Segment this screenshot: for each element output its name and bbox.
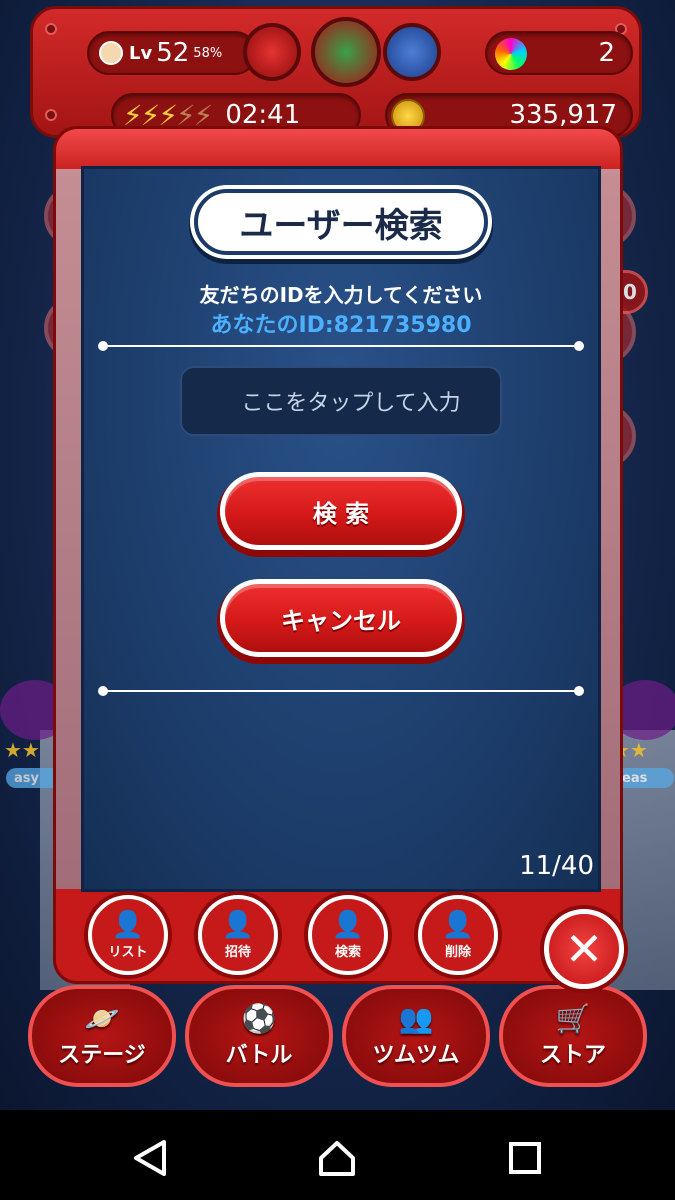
nav-stage-button[interactable]: 🪐 ステージ: [28, 985, 176, 1087]
search-button[interactable]: 検 索: [220, 472, 462, 550]
nav-stage-label: ステージ: [58, 1043, 146, 1068]
user-add-icon: 👤: [221, 909, 255, 940]
friend-id-input[interactable]: ここをタップして入力: [180, 366, 502, 436]
hud-screw: [45, 23, 57, 35]
level-percent: 58%: [193, 45, 223, 61]
user-delete-icon: 👤: [441, 909, 475, 940]
user-search-label: 検索: [334, 944, 361, 960]
background-stars: ★★: [4, 738, 40, 762]
villain-tsum-icon[interactable]: [311, 17, 381, 87]
dialog-side-strip: [56, 169, 84, 889]
user-list-icon: 👤: [111, 909, 145, 940]
my-id-text: あなたのID:821735980: [210, 313, 472, 338]
user-search-tool-button[interactable]: 👤 検索: [308, 895, 388, 975]
divider-top: [98, 341, 584, 351]
gem-counter[interactable]: 2: [485, 31, 633, 75]
nav-store-button[interactable]: 🛒 ストア: [499, 985, 647, 1087]
nav-battle-label: バトル: [225, 1043, 293, 1068]
spiderman-tsum-icon[interactable]: [243, 23, 301, 81]
close-button[interactable]: ✕: [544, 909, 624, 989]
background-easy-badge: eas: [614, 768, 674, 788]
planet-icon: 🪐: [84, 1002, 120, 1035]
invite-label: 招待: [224, 944, 251, 960]
dialog-panel: ユーザー検索 友だちのIDを入力してください あなたのID:821735980 …: [84, 169, 598, 889]
captain-america-tsum-icon[interactable]: [383, 23, 441, 81]
gem-count: 2: [598, 38, 615, 68]
tsum-group-icon: 👥: [398, 1002, 434, 1035]
delete-label: 削除: [444, 944, 471, 960]
divider-bottom: [98, 686, 584, 696]
invite-button[interactable]: 👤 招待: [198, 895, 278, 975]
nav-tsum-button[interactable]: 👥 ツムツム: [342, 985, 490, 1087]
system-navigation-bar: [0, 1110, 675, 1200]
level-value: 52: [156, 38, 190, 68]
friend-list-button[interactable]: 👤 リスト: [88, 895, 168, 975]
user-search-dialog: ユーザー検索 友だちのIDを入力してください あなたのID:821735980 …: [53, 126, 624, 989]
dialog-title: ユーザー検索: [194, 189, 488, 255]
user-search-icon: 👤: [331, 909, 365, 940]
battle-ball-icon: ⚽: [241, 1002, 277, 1035]
cancel-button[interactable]: キャンセル: [220, 579, 462, 657]
level-label: Lv: [129, 42, 153, 64]
recent-apps-icon[interactable]: [505, 1138, 545, 1178]
nav-tsum-label: ツムツム: [372, 1043, 460, 1068]
gem-icon: [495, 38, 527, 70]
top-hud: Lv 52 58% 2 ⚡⚡⚡⚡⚡ 02:41 335,917: [30, 6, 642, 138]
nav-battle-button[interactable]: ⚽ バトル: [185, 985, 333, 1087]
cart-icon: 🛒: [555, 1002, 591, 1035]
close-icon: ✕: [564, 922, 604, 976]
friend-count: 11/40: [519, 851, 594, 881]
nav-store-label: ストア: [539, 1043, 606, 1068]
player-avatar-icon: [99, 41, 123, 65]
level-display[interactable]: Lv 52 58%: [87, 31, 257, 75]
friend-list-label: リスト: [108, 944, 148, 960]
back-icon[interactable]: [130, 1138, 170, 1178]
hud-screw: [45, 109, 57, 121]
delete-button[interactable]: 👤 削除: [418, 895, 498, 975]
instruction-text: 友だちのIDを入力してください: [199, 283, 483, 307]
home-icon[interactable]: [317, 1138, 357, 1178]
